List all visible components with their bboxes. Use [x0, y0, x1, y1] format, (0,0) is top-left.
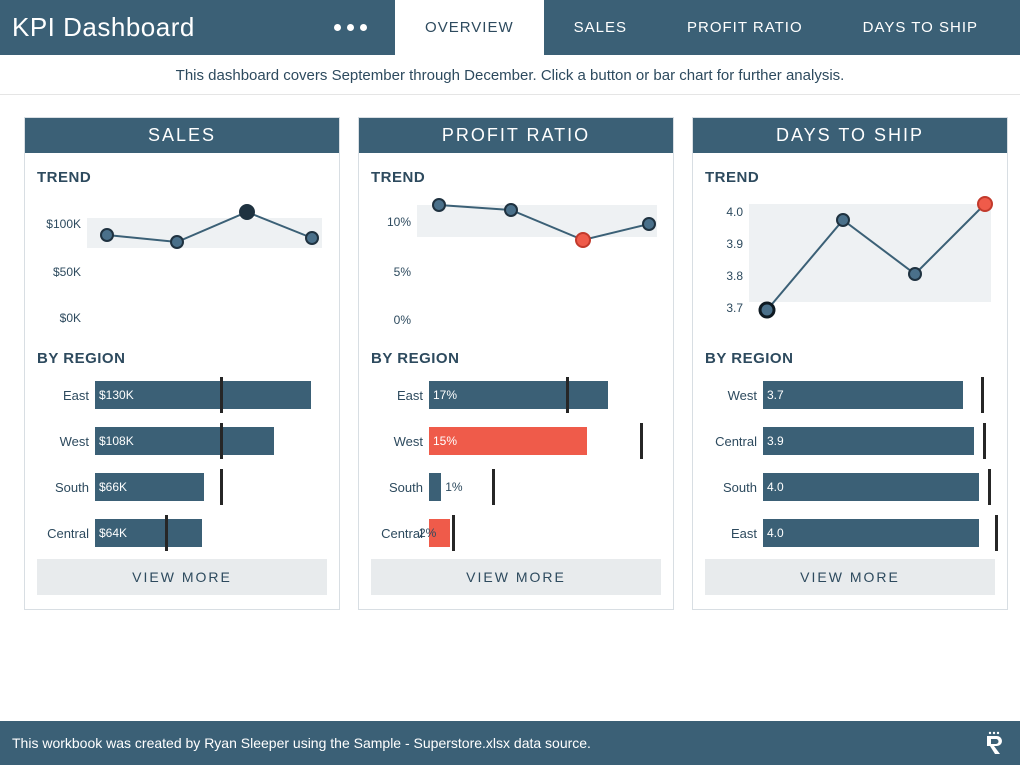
ytick: 3.9 — [726, 237, 743, 251]
bar-row: Central -2% — [371, 513, 661, 553]
sales-region-chart[interactable]: East $130K West $108K South $66K Central… — [37, 375, 327, 559]
bar-row: Central $64K — [37, 513, 327, 553]
sales-trend-chart[interactable]: $100K $50K $0K — [37, 190, 327, 340]
tab-profit-ratio[interactable]: PROFIT RATIO — [657, 0, 833, 55]
panel-days-to-ship: DAYS TO SHIP TREND 4.0 3.9 3.8 3.7 BY RE… — [692, 117, 1008, 610]
panel-profit-ratio: PROFIT RATIO TREND 10% 5% 0% BY REGION — [358, 117, 674, 610]
author-logo-icon — [980, 729, 1008, 757]
profit-region-chart[interactable]: East 17% West 15% South 1% Central -2% — [371, 375, 661, 559]
ship-view-more-button[interactable]: VIEW MORE — [705, 559, 995, 595]
profit-trend-chart[interactable]: 10% 5% 0% — [371, 190, 661, 340]
ytick: $0K — [60, 311, 81, 325]
panel-sales-title: SALES — [25, 118, 339, 153]
profit-view-more-button[interactable]: VIEW MORE — [371, 559, 661, 595]
ytick: 4.0 — [726, 205, 743, 219]
tab-sales[interactable]: SALES — [544, 0, 657, 55]
sales-trend-label: TREND — [37, 169, 327, 186]
footer: This workbook was created by Ryan Sleepe… — [0, 721, 1020, 765]
ship-trend-chart[interactable]: 4.0 3.9 3.8 3.7 — [705, 190, 995, 340]
sales-view-more-button[interactable]: VIEW MORE — [37, 559, 327, 595]
bar-row: East $130K — [37, 375, 327, 415]
bar-row: South 1% — [371, 467, 661, 507]
tab-overview[interactable]: OVERVIEW — [395, 0, 544, 55]
footer-text: This workbook was created by Ryan Sleepe… — [12, 735, 591, 751]
bar-row: South 4.0 — [705, 467, 995, 507]
profit-trend-label: TREND — [371, 169, 661, 186]
panel-sales: SALES TREND $100K $50K $0K — [24, 117, 340, 610]
panel-container: SALES TREND $100K $50K $0K — [0, 95, 1020, 620]
ytick: 5% — [394, 265, 412, 279]
ytick: 0% — [394, 313, 412, 327]
ship-region-label: BY REGION — [705, 350, 995, 367]
bar-row: West $108K — [37, 421, 327, 461]
bar-row: Central 3.9 — [705, 421, 995, 461]
ship-region-chart[interactable]: West 3.7 Central 3.9 South 4.0 East 4.0 — [705, 375, 995, 559]
bar-row: East 17% — [371, 375, 661, 415]
bar-row: West 15% — [371, 421, 661, 461]
bar-row: East 4.0 — [705, 513, 995, 553]
topbar: KPI Dashboard OVERVIEW SALES PROFIT RATI… — [0, 0, 1020, 55]
ship-trend-label: TREND — [705, 169, 995, 186]
profit-region-label: BY REGION — [371, 350, 661, 367]
panel-ship-title: DAYS TO SHIP — [693, 118, 1007, 153]
bar-row: South $66K — [37, 467, 327, 507]
app-title: KPI Dashboard — [12, 12, 195, 43]
dashboard-subtitle: This dashboard covers September through … — [0, 55, 1020, 95]
ytick: $50K — [53, 265, 81, 279]
ytick: 3.7 — [726, 301, 743, 315]
tab-bar: OVERVIEW SALES PROFIT RATIO DAYS TO SHIP — [395, 0, 1008, 55]
sales-region-label: BY REGION — [37, 350, 327, 367]
ytick: 3.8 — [726, 269, 743, 283]
ytick: $100K — [46, 217, 81, 231]
panel-profit-title: PROFIT RATIO — [359, 118, 673, 153]
bar-row: West 3.7 — [705, 375, 995, 415]
more-dots-icon[interactable] — [306, 24, 395, 31]
tab-days-to-ship[interactable]: DAYS TO SHIP — [833, 0, 1008, 55]
ytick: 10% — [387, 215, 411, 229]
